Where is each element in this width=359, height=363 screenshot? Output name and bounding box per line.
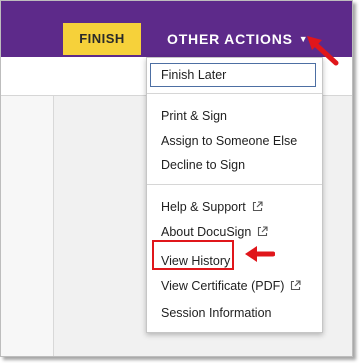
menu-divider (147, 184, 322, 185)
menu-item-label: View Certificate (PDF) (161, 279, 285, 293)
view-history-highlight (152, 240, 234, 270)
top-toolbar: FINISH OTHER ACTIONS ▼ (1, 1, 352, 57)
menu-divider (147, 93, 322, 94)
left-pane (1, 96, 54, 356)
finish-button[interactable]: FINISH (63, 23, 141, 55)
menu-item-about[interactable]: About DocuSign (161, 224, 268, 241)
external-link-icon (252, 200, 263, 216)
external-link-icon (257, 225, 268, 241)
menu-item-session-info[interactable]: Session Information (161, 305, 271, 321)
menu-item-label: Help & Support (161, 200, 246, 214)
menu-item-label: About DocuSign (161, 225, 252, 239)
menu-item-view-certificate[interactable]: View Certificate (PDF) (161, 278, 301, 295)
menu-item-print-sign[interactable]: Print & Sign (161, 108, 227, 124)
other-actions-label: OTHER ACTIONS (167, 31, 293, 47)
menu-item-finish-later[interactable]: Finish Later (150, 63, 316, 87)
other-actions-button[interactable]: OTHER ACTIONS ▼ (167, 27, 309, 51)
external-link-icon (290, 279, 301, 295)
red-arrow-icon (245, 246, 275, 262)
menu-item-assign[interactable]: Assign to Someone Else (161, 133, 297, 149)
menu-item-help-support[interactable]: Help & Support (161, 199, 263, 216)
red-arrow-icon (307, 36, 339, 66)
app-window: FINISH OTHER ACTIONS ▼ Finish Later Print… (0, 0, 353, 357)
other-actions-menu: Finish Later Print & Sign Assign to Some… (146, 57, 323, 333)
menu-item-decline[interactable]: Decline to Sign (161, 157, 245, 173)
